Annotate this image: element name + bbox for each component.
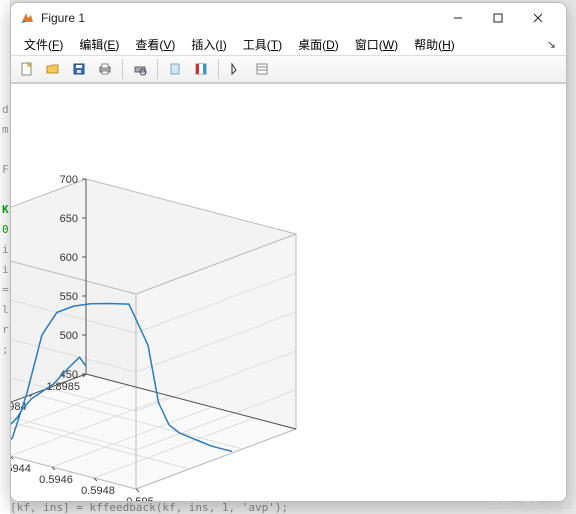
menu-help[interactable]: 帮助(H)	[407, 34, 462, 55]
svg-text:500: 500	[60, 330, 78, 342]
menu-window[interactable]: 窗口(W)	[348, 34, 405, 55]
svg-text:700: 700	[60, 174, 78, 186]
open-button[interactable]	[41, 57, 65, 81]
figure-window: Figure 1 文件(F) 编辑(E) 查看(V) 插入(I) 工具(T) 桌…	[10, 2, 567, 502]
axes-3d[interactable]: 4505005506006507001.89821.89831.89841.89…	[11, 84, 566, 501]
svg-text:550: 550	[60, 291, 78, 303]
svg-text:0.5944: 0.5944	[11, 463, 31, 475]
svg-text:0.5946: 0.5946	[39, 474, 73, 486]
colorbar-button[interactable]	[189, 57, 213, 81]
menu-insert[interactable]: 插入(I)	[184, 34, 233, 55]
minimize-button[interactable]	[438, 4, 478, 32]
matlab-icon	[19, 10, 35, 26]
print-button[interactable]	[93, 57, 117, 81]
svg-text:0.5948: 0.5948	[81, 485, 115, 497]
menu-view[interactable]: 查看(V)	[128, 34, 182, 55]
svg-text:0.595: 0.595	[126, 496, 154, 501]
toolbar	[11, 56, 566, 84]
save-button[interactable]	[67, 57, 91, 81]
menu-file[interactable]: 文件(F)	[17, 34, 70, 55]
property-inspector-button[interactable]	[250, 57, 274, 81]
svg-text:650: 650	[60, 213, 78, 225]
print-preview-button[interactable]	[128, 57, 152, 81]
new-button[interactable]	[15, 57, 39, 81]
menu-tools[interactable]: 工具(T)	[236, 34, 289, 55]
menu-overflow-icon[interactable]: ↘	[547, 38, 560, 51]
menu-edit[interactable]: 编辑(E)	[72, 34, 126, 55]
menu-desktop[interactable]: 桌面(D)	[291, 34, 346, 55]
link-plot-button[interactable]	[163, 57, 187, 81]
svg-text:600: 600	[60, 252, 78, 264]
window-title: Figure 1	[41, 11, 85, 25]
svg-text:1.8985: 1.8985	[46, 381, 80, 393]
menubar: 文件(F) 编辑(E) 查看(V) 插入(I) 工具(T) 桌面(D) 窗口(W…	[11, 33, 566, 56]
titlebar[interactable]: Figure 1	[11, 3, 566, 33]
close-button[interactable]	[518, 4, 558, 32]
watermark: CSDN @Evand J	[487, 500, 572, 512]
maximize-button[interactable]	[478, 4, 518, 32]
edit-plot-button[interactable]	[224, 57, 248, 81]
